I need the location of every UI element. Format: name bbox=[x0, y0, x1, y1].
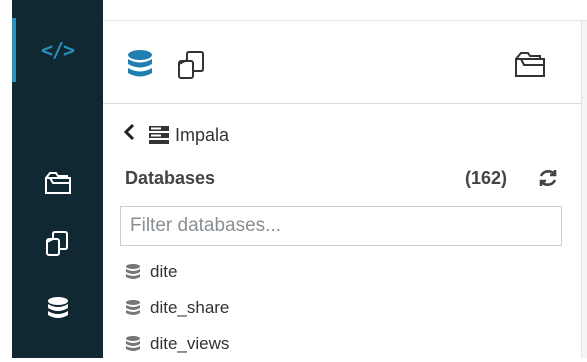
database-icon bbox=[124, 263, 142, 281]
list-item[interactable]: dite_share bbox=[124, 290, 229, 326]
source-label[interactable]: Impala bbox=[175, 125, 229, 146]
database-icon bbox=[124, 335, 142, 353]
database-list: dite dite_share dite_views bbox=[124, 254, 229, 362]
folder-icon[interactable] bbox=[12, 160, 103, 204]
list-item[interactable]: dite bbox=[124, 254, 229, 290]
list-item[interactable]: dite_views bbox=[124, 326, 229, 362]
database-name: dite_views bbox=[150, 334, 230, 353]
database-name: dite bbox=[150, 262, 178, 281]
filter-databases-input[interactable] bbox=[120, 206, 562, 246]
assist-panel-header bbox=[103, 21, 581, 104]
documents-icon[interactable] bbox=[12, 222, 103, 266]
panel-scrollbar[interactable] bbox=[581, 21, 587, 358]
database-count: (162) bbox=[465, 168, 508, 188]
server-icon bbox=[147, 125, 171, 145]
window-edge bbox=[0, 0, 12, 358]
database-name: dite_share bbox=[150, 298, 230, 317]
back-chevron-icon[interactable] bbox=[123, 123, 135, 147]
database-icon[interactable] bbox=[12, 288, 103, 332]
refresh-icon[interactable] bbox=[537, 167, 559, 194]
database-icon[interactable] bbox=[125, 49, 155, 84]
section-title: Databases bbox=[125, 168, 216, 188]
database-icon bbox=[124, 299, 142, 317]
documents-icon[interactable] bbox=[175, 49, 209, 86]
left-nav-rail: </> bbox=[12, 0, 103, 358]
folder-icon[interactable] bbox=[512, 47, 548, 84]
breadcrumb: Impala bbox=[123, 123, 229, 147]
top-band bbox=[103, 0, 587, 21]
code-icon[interactable]: </> bbox=[12, 30, 103, 70]
